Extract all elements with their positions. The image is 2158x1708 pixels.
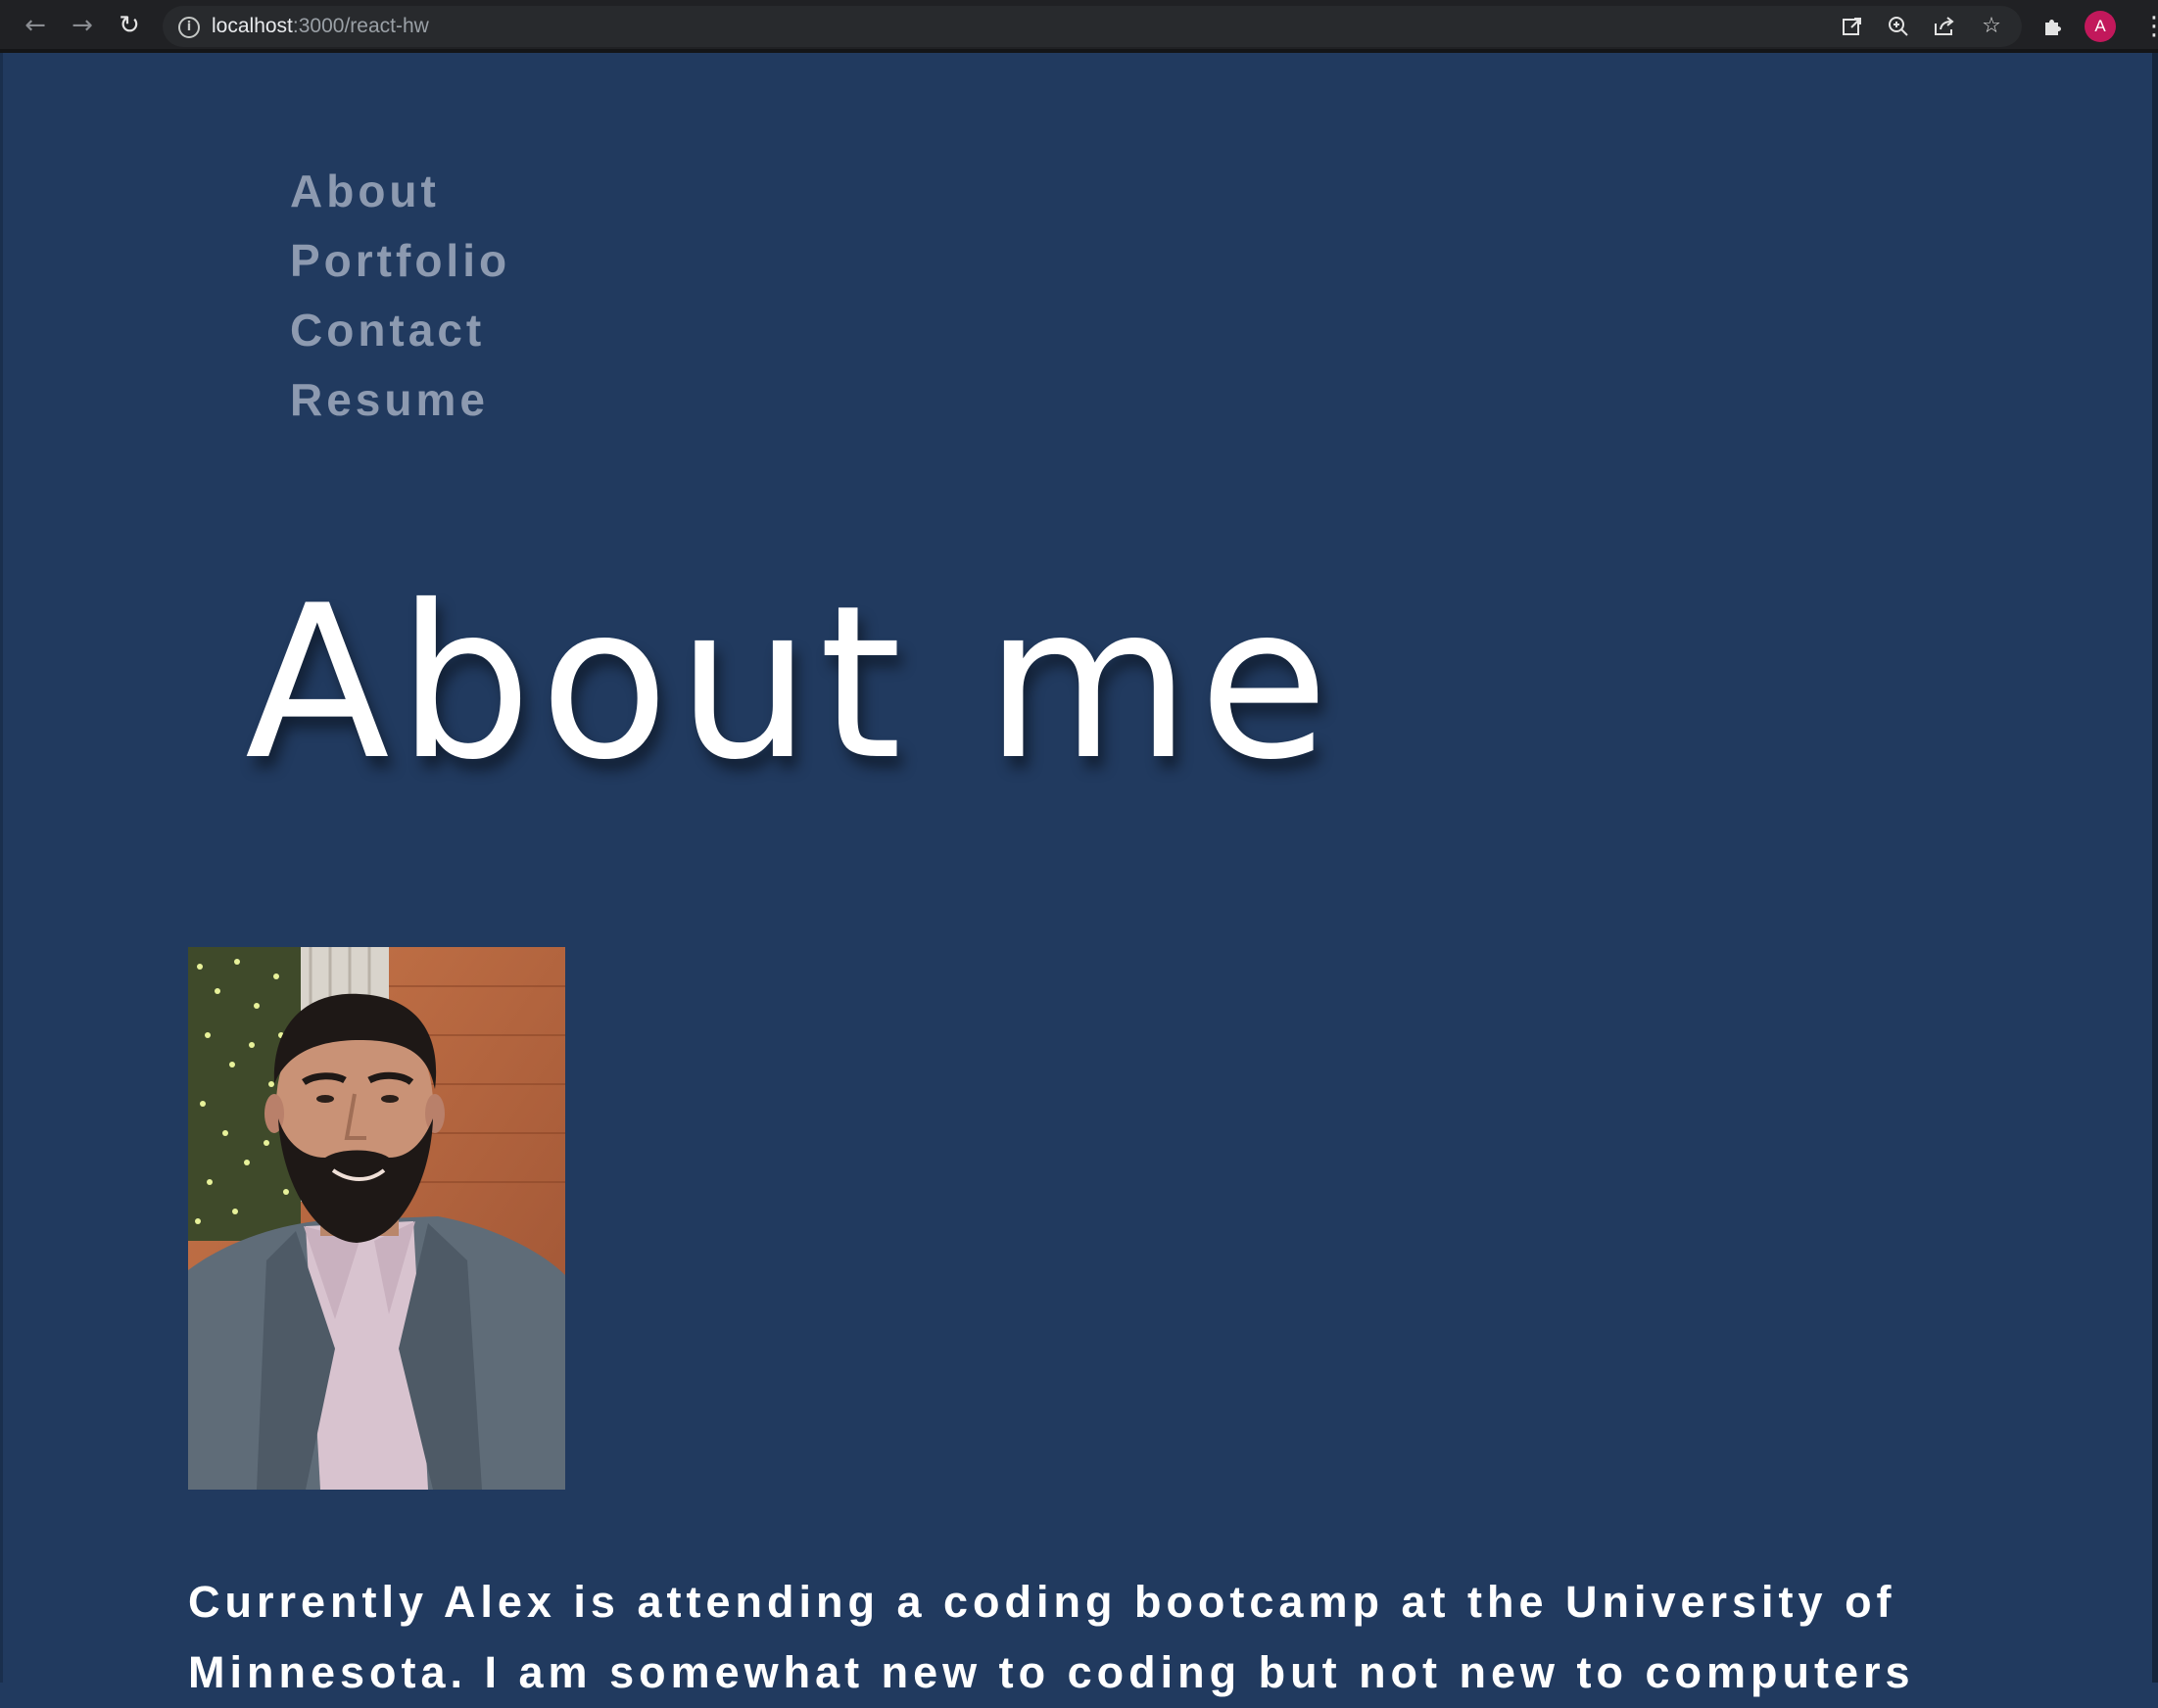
address-bar[interactable]: i localhost:3000/react-hw ☆ <box>163 6 2022 47</box>
nav-link-about[interactable]: About <box>290 157 510 226</box>
info-icon[interactable]: i <box>178 17 200 38</box>
profile-photo <box>188 947 565 1490</box>
url-path: :3000/react-hw <box>292 15 429 37</box>
about-heading: About me <box>245 560 1337 806</box>
reload-icon[interactable]: ↻ <box>114 10 145 41</box>
profile-avatar[interactable]: A <box>2085 11 2116 42</box>
window-border-right <box>2152 53 2158 1683</box>
nav-link-portfolio[interactable]: Portfolio <box>290 226 510 296</box>
share-icon[interactable] <box>1930 12 1959 41</box>
forward-arrow-icon[interactable]: → <box>67 10 98 41</box>
bio-text: Currently Alex is attending a coding boo… <box>188 1577 1915 1697</box>
extensions-puzzle-icon[interactable] <box>2038 12 2068 41</box>
site-nav: About Portfolio Contact Resume <box>290 157 510 435</box>
zoom-icon[interactable] <box>1884 12 1913 41</box>
nav-link-contact[interactable]: Contact <box>290 296 510 365</box>
url-host: localhost <box>212 15 293 37</box>
url-text[interactable]: localhost:3000/react-hw <box>212 6 429 47</box>
more-menu-icon[interactable]: ⋮ <box>2141 11 2158 42</box>
star-icon[interactable]: ☆ <box>1977 12 2006 41</box>
back-arrow-icon[interactable]: ← <box>20 10 51 41</box>
window-border-left <box>0 53 3 1683</box>
open-in-app-icon[interactable] <box>1838 12 1867 41</box>
browser-toolbar: ← → ↻ i localhost:3000/react-hw ☆ A ⋮ <box>0 0 2158 53</box>
nav-link-resume[interactable]: Resume <box>290 365 510 435</box>
